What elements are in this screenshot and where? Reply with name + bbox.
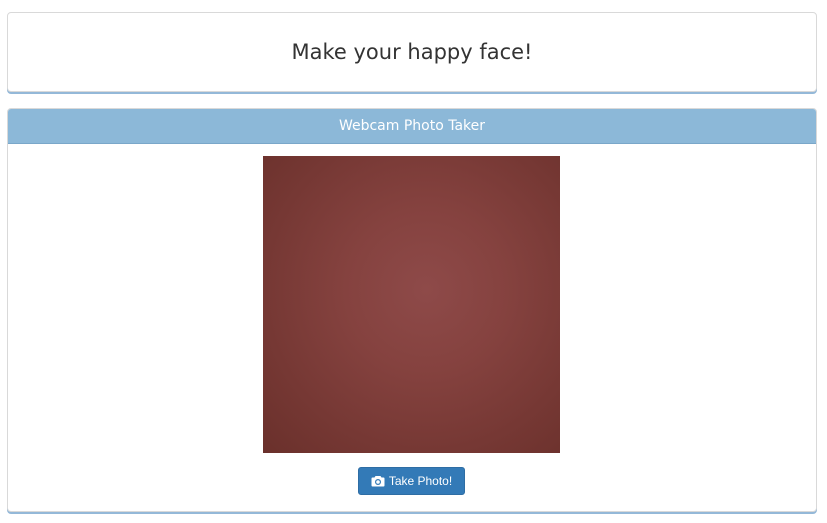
take-photo-button[interactable]: Take Photo! (358, 467, 465, 495)
page-title: Make your happy face! (291, 40, 533, 64)
panel-heading: Webcam Photo Taker (8, 109, 816, 144)
take-photo-label: Take Photo! (388, 474, 453, 488)
webcam-video-preview (263, 156, 560, 453)
page: Make your happy face! Webcam Photo Taker… (0, 0, 827, 523)
panel-heading-label: Webcam Photo Taker (338, 118, 486, 134)
header-panel: Make your happy face! (7, 12, 817, 92)
camera-icon (371, 475, 385, 487)
panel-body: Take Photo! (8, 144, 816, 511)
webcam-panel: Webcam Photo Taker Take Photo! (7, 108, 817, 512)
